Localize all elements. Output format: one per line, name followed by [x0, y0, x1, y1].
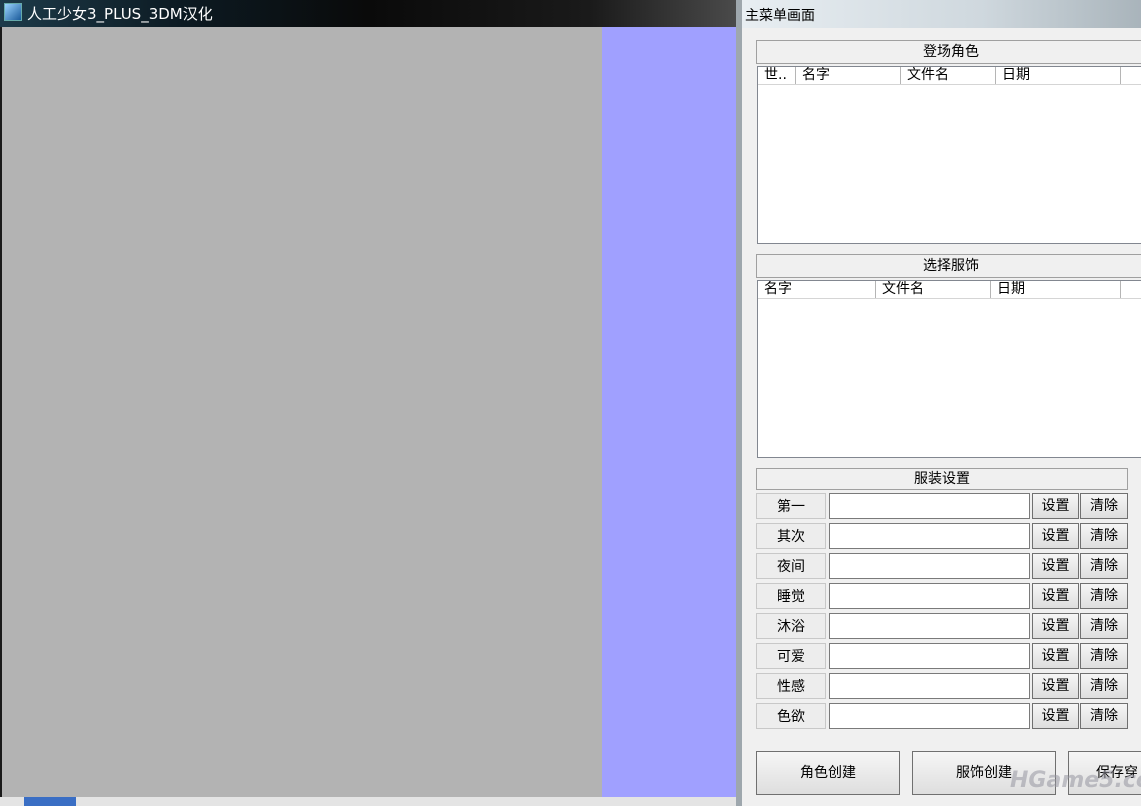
clothing-file-field[interactable]: [829, 583, 1030, 609]
column-header-filler: [1121, 67, 1141, 84]
create-character-button[interactable]: 角色创建: [756, 751, 900, 795]
outfits-header: 选择服饰: [756, 254, 1141, 278]
set-button[interactable]: 设置: [1032, 553, 1079, 579]
clear-button[interactable]: 清除: [1080, 643, 1128, 669]
set-button[interactable]: 设置: [1032, 583, 1079, 609]
clothing-row-label: 色欲: [756, 703, 826, 729]
clothing-file-field[interactable]: [829, 523, 1030, 549]
game-render-blue-area: [602, 27, 736, 797]
clear-button[interactable]: 清除: [1080, 703, 1128, 729]
characters-list-header: 世.. 名字 文件名 日期: [758, 67, 1141, 85]
set-button[interactable]: 设置: [1032, 643, 1079, 669]
clear-button[interactable]: 清除: [1080, 613, 1128, 639]
create-outfit-button[interactable]: 服饰创建: [912, 751, 1056, 795]
clothing-file-field[interactable]: [829, 493, 1030, 519]
column-header-name[interactable]: 名字: [758, 281, 876, 298]
outfits-list-header: 名字 文件名 日期: [758, 281, 1141, 299]
clear-button[interactable]: 清除: [1080, 553, 1128, 579]
game-viewport[interactable]: [2, 27, 736, 797]
clear-button[interactable]: 清除: [1080, 673, 1128, 699]
column-header-world[interactable]: 世..: [758, 67, 796, 84]
menu-client-area: 登场角色 世.. 名字 文件名 日期 选择服饰 名字 文件名 日期 服装设置 第…: [742, 28, 1141, 806]
characters-list[interactable]: 世.. 名字 文件名 日期: [757, 66, 1141, 244]
set-button[interactable]: 设置: [1032, 613, 1079, 639]
clothing-row-label: 沐浴: [756, 613, 826, 639]
clear-button[interactable]: 清除: [1080, 493, 1128, 519]
clothing-row-label: 性感: [756, 673, 826, 699]
save-outfit-button[interactable]: 保存穿: [1068, 751, 1141, 795]
game-title-bar[interactable]: 人工少女3_PLUS_3DM汉化: [0, 0, 736, 27]
game-window: 人工少女3_PLUS_3DM汉化: [0, 0, 736, 806]
clothing-row-label: 第一: [756, 493, 826, 519]
clothing-file-field[interactable]: [829, 613, 1030, 639]
set-button[interactable]: 设置: [1032, 703, 1079, 729]
column-header-filler: [1121, 281, 1141, 298]
set-button[interactable]: 设置: [1032, 493, 1079, 519]
taskbar-thumbnail: [24, 797, 76, 806]
column-header-name[interactable]: 名字: [796, 67, 901, 84]
clothing-settings-header: 服装设置: [756, 468, 1128, 490]
clothing-row-label: 可爱: [756, 643, 826, 669]
outfits-list[interactable]: 名字 文件名 日期: [757, 280, 1141, 458]
column-header-date[interactable]: 日期: [996, 67, 1121, 84]
clothing-file-field[interactable]: [829, 703, 1030, 729]
clothing-file-field[interactable]: [829, 673, 1030, 699]
clothing-file-field[interactable]: [829, 643, 1030, 669]
column-header-filename[interactable]: 文件名: [901, 67, 996, 84]
column-header-filename[interactable]: 文件名: [876, 281, 991, 298]
app-icon: [4, 3, 22, 21]
game-bottom-edge: [0, 797, 736, 806]
set-button[interactable]: 设置: [1032, 673, 1079, 699]
menu-title-bar[interactable]: 主菜单画面: [742, 0, 1141, 28]
clothing-row-label: 睡觉: [756, 583, 826, 609]
clothing-row-label: 夜间: [756, 553, 826, 579]
game-window-title: 人工少女3_PLUS_3DM汉化: [27, 5, 213, 23]
column-header-date[interactable]: 日期: [991, 281, 1121, 298]
clear-button[interactable]: 清除: [1080, 583, 1128, 609]
game-render-gray-area: [2, 27, 602, 797]
main-menu-window: 主菜单画面 登场角色 世.. 名字 文件名 日期 选择服饰 名字 文件名 日期 …: [736, 0, 1141, 806]
clothing-row-label: 其次: [756, 523, 826, 549]
menu-window-title: 主菜单画面: [745, 8, 815, 24]
clear-button[interactable]: 清除: [1080, 523, 1128, 549]
characters-header: 登场角色: [756, 40, 1141, 64]
set-button[interactable]: 设置: [1032, 523, 1079, 549]
clothing-file-field[interactable]: [829, 553, 1030, 579]
